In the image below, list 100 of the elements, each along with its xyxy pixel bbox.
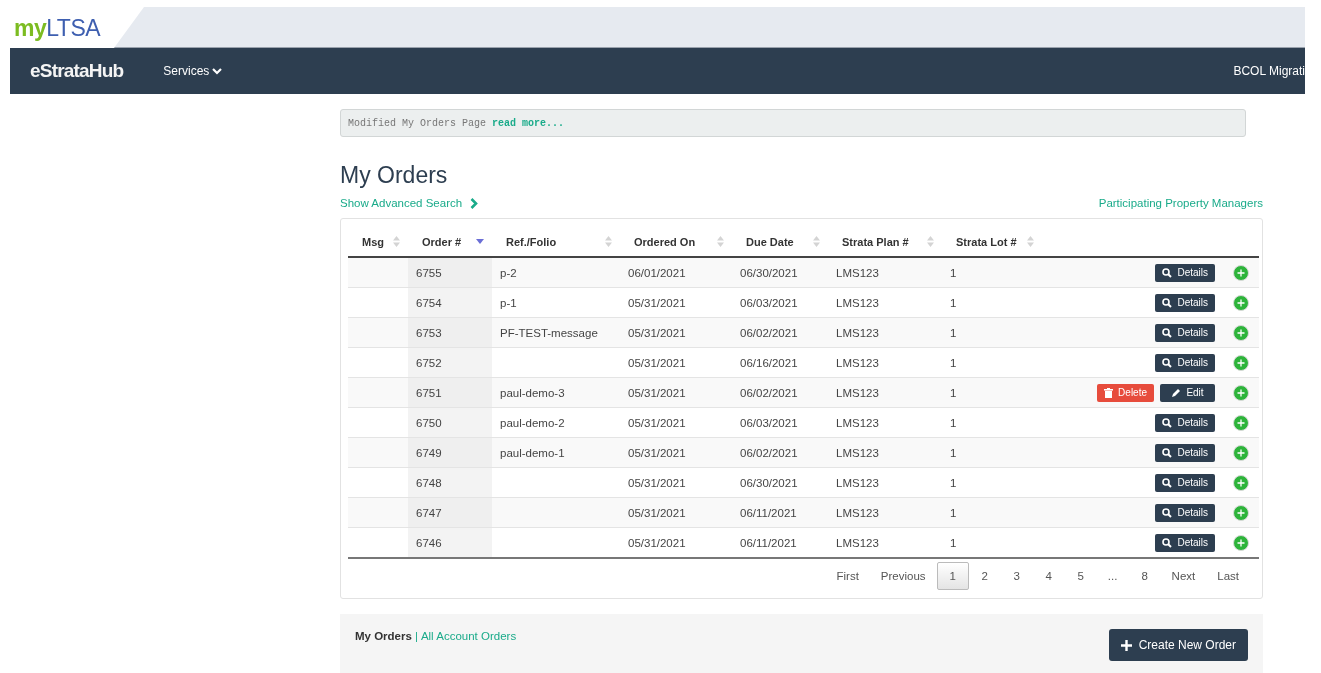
table-cell: 6746 xyxy=(416,536,442,549)
details-button[interactable]: Details xyxy=(1155,263,1215,282)
page-link[interactable]: 5 xyxy=(1064,562,1097,590)
table-cell: 06/11/2021 xyxy=(740,536,797,549)
table-cell: 06/02/2021 xyxy=(740,386,798,399)
table-cell: 6748 xyxy=(416,476,442,489)
table-cell: 1 xyxy=(950,356,957,369)
delete-button[interactable]: Delete xyxy=(1097,383,1154,402)
search-icon xyxy=(1162,297,1173,308)
table-cell: 05/31/2021 xyxy=(628,386,686,399)
search-icon xyxy=(1162,477,1173,488)
add-icon[interactable] xyxy=(1233,354,1249,371)
page-link[interactable]: ... xyxy=(1096,562,1129,590)
table-cell: LMS123 xyxy=(836,296,879,309)
my-orders-label: My Orders xyxy=(355,630,412,642)
table-cell: p-1 xyxy=(500,296,517,309)
search-icon xyxy=(1162,447,1173,458)
add-icon[interactable] xyxy=(1233,414,1249,431)
page-link[interactable]: Last xyxy=(1206,562,1250,590)
table-cell: p-2 xyxy=(500,266,517,279)
page-link[interactable]: 3 xyxy=(1000,562,1033,590)
add-icon[interactable] xyxy=(1233,324,1249,341)
table-cell: LMS123 xyxy=(836,266,879,279)
table-cell: 6747 xyxy=(416,506,442,519)
logo[interactable]: myLTSA xyxy=(14,13,101,43)
table-cell: LMS123 xyxy=(836,476,879,489)
chevron-down-icon xyxy=(212,67,223,75)
table-cell: 05/31/2021 xyxy=(628,416,686,429)
services-menu[interactable]: Services xyxy=(163,64,223,78)
table-cell: LMS123 xyxy=(836,386,879,399)
table-cell: 1 xyxy=(950,536,957,549)
add-icon[interactable] xyxy=(1233,474,1249,491)
details-button[interactable]: Details xyxy=(1155,473,1215,492)
add-icon[interactable] xyxy=(1233,504,1249,521)
trash-icon xyxy=(1104,387,1114,398)
table-cell: LMS123 xyxy=(836,506,879,519)
table-cell: 1 xyxy=(950,266,957,279)
details-button[interactable]: Details xyxy=(1155,413,1215,432)
table-cell: 06/11/2021 xyxy=(740,506,797,519)
details-button[interactable]: Details xyxy=(1155,293,1215,312)
page-link[interactable]: Previous xyxy=(869,562,937,590)
table-cell: 1 xyxy=(950,296,957,309)
table-cell: 6751 xyxy=(416,386,442,399)
details-button[interactable]: Details xyxy=(1155,443,1215,462)
pencil-icon xyxy=(1171,387,1182,398)
table-cell: LMS123 xyxy=(836,356,879,369)
table-cell: LMS123 xyxy=(836,326,879,339)
table-cell: 6749 xyxy=(416,446,442,459)
page-link[interactable]: Next xyxy=(1160,562,1207,590)
table-cell: 06/30/2021 xyxy=(740,476,798,489)
table-cell: LMS123 xyxy=(836,536,879,549)
add-icon[interactable] xyxy=(1233,444,1249,461)
search-icon xyxy=(1162,267,1173,278)
search-icon xyxy=(1162,327,1173,338)
edit-button[interactable]: Edit xyxy=(1160,383,1215,402)
table-cell: 06/02/2021 xyxy=(740,446,798,459)
table-cell: 06/03/2021 xyxy=(740,296,798,309)
details-button[interactable]: Details xyxy=(1155,533,1215,552)
table-cell: PF-TEST-message xyxy=(500,326,598,339)
table-cell: 1 xyxy=(950,416,957,429)
details-button[interactable]: Details xyxy=(1155,323,1215,342)
table-cell: 06/16/2021 xyxy=(740,356,798,369)
table-cell: 1 xyxy=(950,446,957,459)
table-cell: 1 xyxy=(950,506,957,519)
page-link[interactable]: 8 xyxy=(1128,562,1161,590)
page-link[interactable]: 2 xyxy=(968,562,1001,590)
details-button[interactable]: Details xyxy=(1155,353,1215,372)
add-icon[interactable] xyxy=(1233,264,1249,281)
table-cell: 05/31/2021 xyxy=(628,536,686,549)
plus-icon xyxy=(1120,639,1132,651)
table-cell: 6752 xyxy=(416,356,442,369)
table-cell: 6754 xyxy=(416,296,442,309)
search-icon xyxy=(1162,417,1173,428)
app-name[interactable]: eStrataHub xyxy=(30,60,124,82)
table-cell: 05/31/2021 xyxy=(628,506,686,519)
search-icon xyxy=(1162,357,1173,368)
table-cell: 06/03/2021 xyxy=(740,416,798,429)
search-icon xyxy=(1162,537,1173,548)
table-cell: 05/31/2021 xyxy=(628,476,686,489)
page-link[interactable]: First xyxy=(825,562,870,590)
table-cell: 06/30/2021 xyxy=(740,266,798,279)
add-icon[interactable] xyxy=(1233,294,1249,311)
table-cell: 05/31/2021 xyxy=(628,296,686,309)
page-link[interactable]: 1 xyxy=(936,562,969,590)
table-cell: LMS123 xyxy=(836,446,879,459)
table-cell: 06/02/2021 xyxy=(740,326,798,339)
chevron-right-icon xyxy=(470,197,479,209)
page-title: My Orders xyxy=(340,161,449,189)
table-cell: LMS123 xyxy=(836,416,879,429)
page-link[interactable]: 4 xyxy=(1032,562,1065,590)
user-menu[interactable]: BCOL Migrati xyxy=(1233,64,1305,78)
add-icon[interactable] xyxy=(1233,534,1249,551)
notice-text: Modified My Orders Page xyxy=(348,117,487,129)
table-cell: paul-demo-1 xyxy=(500,446,565,459)
table-cell: 05/31/2021 xyxy=(628,356,686,369)
add-icon[interactable] xyxy=(1233,384,1249,401)
details-button[interactable]: Details xyxy=(1155,503,1215,522)
create-order-button[interactable]: Create New Order xyxy=(1108,629,1248,661)
table-cell: 6750 xyxy=(416,416,442,429)
table-cell: 05/31/2021 xyxy=(628,446,686,459)
